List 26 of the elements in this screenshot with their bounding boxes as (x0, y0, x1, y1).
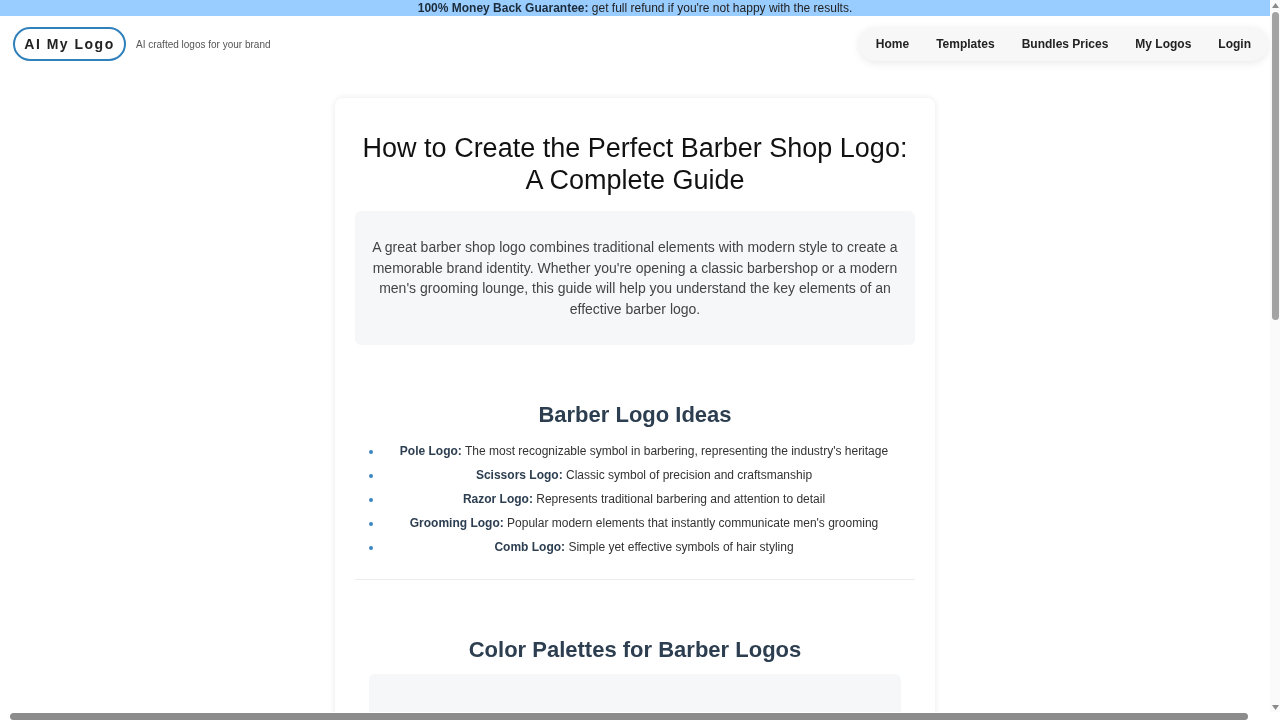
guarantee-message: 100% Money Back Guarantee: get full refund if you're not happy with the results. (417, 1, 853, 15)
nav-link[interactable]: Home (875, 35, 910, 53)
scrollbar-thumb[interactable] (10, 712, 1248, 720)
list-item-text: Razor Logo: Represents traditional barbering and attention to detail (462, 491, 826, 508)
list-item-text: Grooming Logo: Popular modern elements that instantly communicate men's grooming (409, 515, 879, 532)
article-title: How to Create the Perfect Barber Shop Logo: A Complete Guide (361, 132, 909, 196)
bullet-icon (369, 474, 373, 478)
tagline-text: AI crafted logos for your brand (136, 37, 271, 52)
bullet-icon (369, 498, 373, 502)
bullet-icon (369, 522, 373, 526)
bullet-icon (369, 546, 373, 550)
nav-link[interactable]: Templates (936, 35, 995, 53)
section-heading: Barber Logo Ideas (537, 401, 733, 429)
scroll-up-icon[interactable] (1271, 3, 1279, 8)
scroll-down-icon[interactable] (1271, 705, 1279, 710)
list-item-text: Scissors Logo: Classic symbol of precision and craftsmanship (475, 467, 813, 484)
nav-link[interactable]: My Logos (1135, 35, 1192, 53)
bullet-icon (369, 450, 373, 454)
list-item-text: Comb Logo: Simple yet effective symbols of hair styling (494, 539, 794, 556)
logo-link[interactable]: AI My Logo (13, 27, 126, 61)
nav-link[interactable]: Login (1218, 35, 1251, 53)
list-item-text: Pole Logo: The most recognizable symbol in barbering, representing the industry's heritage (399, 443, 889, 460)
nav-link[interactable]: Bundles Prices (1021, 35, 1109, 53)
scrollbar-thumb[interactable] (1271, 12, 1279, 320)
intro-text: A great barber shop logo combines traditional elements with modern style to create a memorable brand identity. Whether you're opening a classic barbershop or a modern men's grooming lounge, this guide will help you understand the key elements of an effective barber logo. (371, 238, 899, 319)
section-heading: Color Palettes for Barber Logos (467, 636, 803, 664)
